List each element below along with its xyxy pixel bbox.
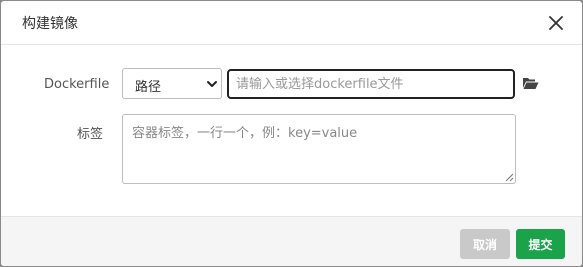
source-type-value: 路径 <box>135 80 162 95</box>
source-type-select[interactable]: 路径 <box>122 68 222 99</box>
tags-textarea[interactable] <box>122 114 516 184</box>
tags-label: 标签 <box>77 127 104 142</box>
submit-button[interactable]: 提交 <box>516 229 565 259</box>
dockerfile-label: Dockerfile <box>44 77 110 92</box>
dialog-title: 构建镜像 <box>22 16 78 32</box>
resize-grip-icon[interactable] <box>505 173 514 182</box>
close-icon[interactable] <box>546 13 566 33</box>
build-image-dialog: 构建镜像 Dockerfile 路径 标签 取消 提交 <box>1 1 582 266</box>
dockerfile-path-input[interactable] <box>227 69 515 99</box>
dialog-header: 构建镜像 <box>1 1 582 45</box>
dialog-footer: 取消 提交 <box>1 216 582 266</box>
cancel-button[interactable]: 取消 <box>460 229 510 259</box>
chevron-down-icon <box>207 81 217 87</box>
folder-open-icon[interactable] <box>522 77 539 90</box>
